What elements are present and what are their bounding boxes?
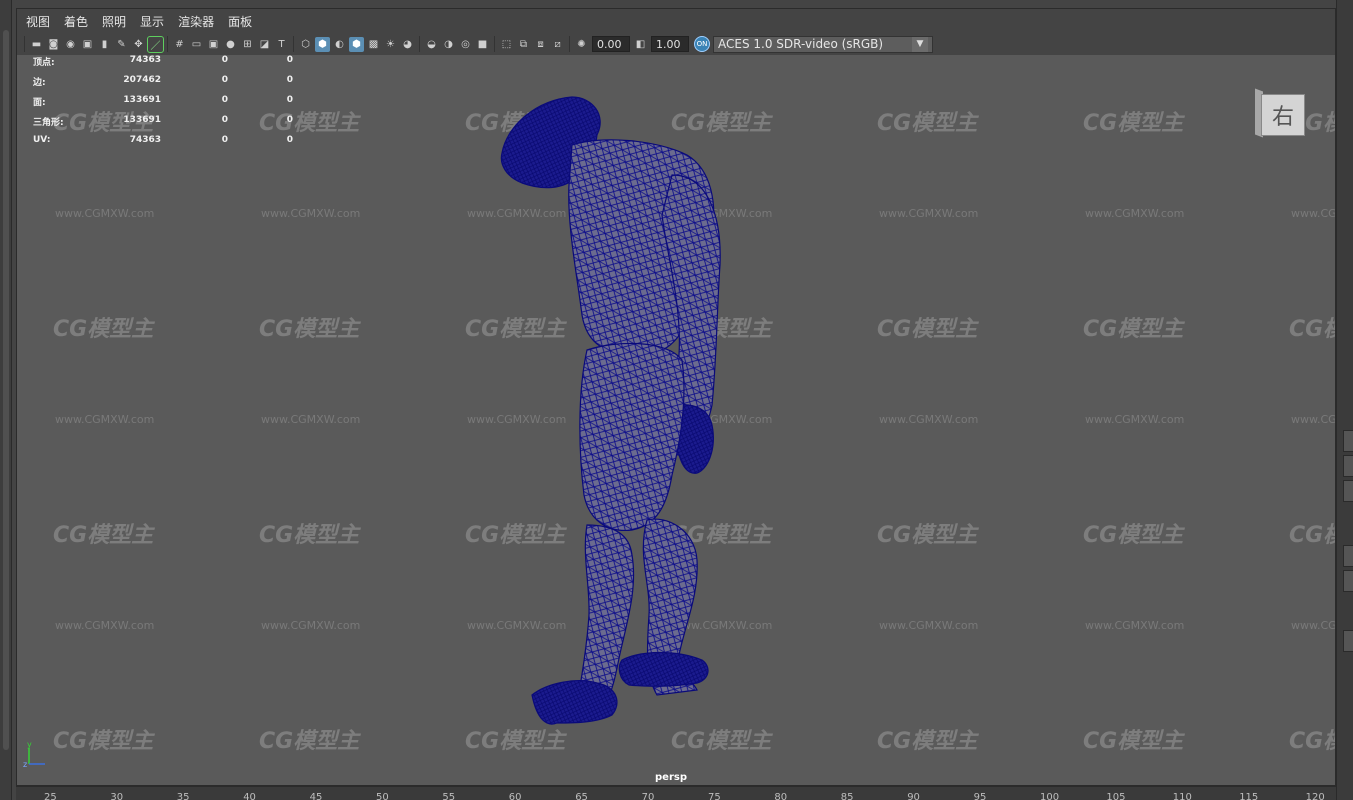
shadows-icon[interactable]: ◕ — [400, 37, 415, 52]
resolution-gate-icon[interactable]: ▣ — [206, 37, 221, 52]
wireframe-icon[interactable]: ⬡ — [298, 37, 313, 52]
3d-viewport[interactable]: CG模型主 CG模型主 CG模型主 CG模型主 www.CGMXW.com www.CGM… — [17, 55, 1335, 785]
left-scrollbar[interactable] — [3, 30, 9, 750]
use-all-lights-icon[interactable]: ☀ — [383, 37, 398, 52]
time-slider-ruler[interactable]: 25 30 35 40 45 50 55 60 65 70 75 80 85 90 95 100 105 110 1… — [16, 786, 1336, 800]
ruler-tick-label: 105 — [1106, 792, 1126, 800]
right-tab[interactable] — [1343, 480, 1353, 502]
axis-label-y: y — [27, 740, 32, 749]
ruler-tick-label: 55 — [442, 792, 456, 800]
toolbar-separator — [293, 36, 294, 52]
model-panel: 视图 着色 照明 显示 渲染器 面板 ▬ ◙ ◉ ▣ ▮ ✎ ✥ ／ # ▭ ▣… — [16, 8, 1336, 786]
camera-name-label: persp — [655, 772, 687, 783]
ruler-tick-label: 100 — [1040, 792, 1060, 800]
gate-mask-icon[interactable]: ● — [223, 37, 238, 52]
menu-show[interactable]: 显示 — [140, 13, 164, 30]
motion-blur-icon[interactable]: ◑ — [441, 37, 456, 52]
panel-menu-bar: 视图 着色 照明 显示 渲染器 面板 — [17, 9, 1335, 33]
xray-active-components-icon[interactable]: ⧈ — [533, 37, 548, 52]
menu-view[interactable]: 视图 — [26, 13, 50, 30]
ruler-tick-label: 115 — [1239, 792, 1259, 800]
safe-title-icon[interactable]: T — [274, 37, 289, 52]
ruler-tick-label: 65 — [575, 792, 588, 800]
bookmark-icon[interactable]: ▮ — [97, 37, 112, 52]
ruler-tick-label: 85 — [840, 792, 854, 800]
ruler-tick-label: 40 — [243, 792, 256, 800]
right-tab[interactable] — [1343, 430, 1353, 452]
color-management-icon[interactable]: ON — [694, 36, 710, 52]
model-foot-back — [531, 680, 618, 725]
ruler-tick-label: 90 — [907, 792, 920, 800]
color-space-dropdown[interactable]: ACES 1.0 SDR-video (sRGB) ▼ — [713, 35, 933, 53]
toolbar-separator — [494, 36, 495, 52]
view-cube-face-right[interactable]: 右 — [1261, 94, 1305, 136]
panel-toolbar: ▬ ◙ ◉ ▣ ▮ ✎ ✥ ／ # ▭ ▣ ● ⊞ ◪ T ⬡ ⬢ ◐ ⬢ ▩ … — [17, 33, 1335, 55]
wireframe-on-shaded-icon[interactable]: ⬢ — [349, 36, 364, 52]
right-tab[interactable] — [1343, 630, 1353, 652]
default-material-icon[interactable]: ◐ — [332, 37, 347, 52]
ruler-tick-label: 120 — [1305, 792, 1325, 800]
right-panel-strip — [1336, 0, 1353, 800]
grease-pencil-icon[interactable]: ✎ — [114, 37, 129, 52]
ruler-tick-label: 35 — [176, 792, 190, 800]
ruler-tick-label: 45 — [309, 792, 323, 800]
maya-app: 视图 着色 照明 显示 渲染器 面板 ▬ ◙ ◉ ▣ ▮ ✎ ✥ ／ # ▭ ▣… — [0, 0, 1353, 800]
axis-indicator: y z — [23, 740, 45, 769]
right-tab[interactable] — [1343, 570, 1353, 592]
ruler-tick-label: 25 — [44, 792, 57, 800]
image-plane-icon[interactable]: ▣ — [80, 37, 95, 52]
toolbar-separator — [569, 36, 570, 52]
ruler-tick-label: 110 — [1172, 792, 1192, 800]
grid-icon[interactable]: # — [172, 37, 187, 52]
menu-panels[interactable]: 面板 — [228, 13, 252, 30]
toolbar-separator — [419, 36, 420, 52]
model-foot-front — [618, 651, 709, 687]
select-camera-icon[interactable]: ▬ — [29, 37, 44, 52]
field-chart-icon[interactable]: ⊞ — [240, 37, 255, 52]
right-tab[interactable] — [1343, 455, 1353, 477]
model-hips — [579, 342, 685, 532]
smooth-shade-icon[interactable]: ⬢ — [315, 36, 330, 52]
textured-icon[interactable]: ▩ — [366, 37, 381, 52]
ruler-tick-label: 75 — [708, 792, 721, 800]
screen-space-ao-icon[interactable]: ◒ — [424, 37, 439, 52]
bookmark-camera-icon[interactable]: ◉ — [63, 37, 78, 52]
film-gate-icon[interactable]: ▭ — [189, 37, 204, 52]
ruler-tick-label: 50 — [376, 792, 389, 800]
gamma-field[interactable]: 1.00 — [651, 36, 689, 52]
2d-pan-zoom-icon[interactable]: ✥ — [131, 37, 146, 52]
left-panel-strip — [0, 0, 12, 800]
exposure-icon[interactable]: ✺ — [574, 37, 589, 52]
right-tab[interactable] — [1343, 545, 1353, 567]
ruler-tick-label: 60 — [508, 792, 522, 800]
view-cube[interactable]: 右 — [1255, 88, 1305, 138]
ruler-tick-label: 95 — [973, 792, 987, 800]
chevron-down-icon[interactable]: ▼ — [912, 36, 928, 52]
axis-label-z: z — [23, 760, 27, 769]
toolbar-separator — [167, 36, 168, 52]
toolbar-separator — [24, 36, 25, 52]
creature-wireframe-model[interactable] — [17, 55, 1335, 785]
menu-shading[interactable]: 着色 — [64, 13, 88, 30]
multisample-aa-icon[interactable]: ◎ — [458, 37, 473, 52]
safe-action-icon[interactable]: ◪ — [257, 37, 272, 52]
ruler-tick-label: 80 — [774, 792, 788, 800]
xray-icon[interactable]: ⧉ — [516, 37, 531, 52]
isolate-select-icon[interactable]: ⬚ — [499, 37, 514, 52]
gamma-icon[interactable]: ◧ — [633, 37, 648, 52]
ruler-tick-label: 70 — [641, 792, 655, 800]
edit-pencil-icon[interactable]: ／ — [147, 35, 164, 53]
exposure-field[interactable]: 0.00 — [592, 36, 630, 52]
menu-renderer[interactable]: 渲染器 — [178, 13, 214, 30]
xray-joints-icon[interactable]: ⧄ — [550, 37, 565, 52]
depth-of-field-icon[interactable]: ■ — [475, 37, 490, 52]
color-space-label: ACES 1.0 SDR-video (sRGB) — [718, 37, 884, 51]
menu-lighting[interactable]: 照明 — [102, 13, 126, 30]
camera-attributes-icon[interactable]: ◙ — [46, 37, 61, 52]
ruler-tick-label: 30 — [110, 792, 124, 800]
